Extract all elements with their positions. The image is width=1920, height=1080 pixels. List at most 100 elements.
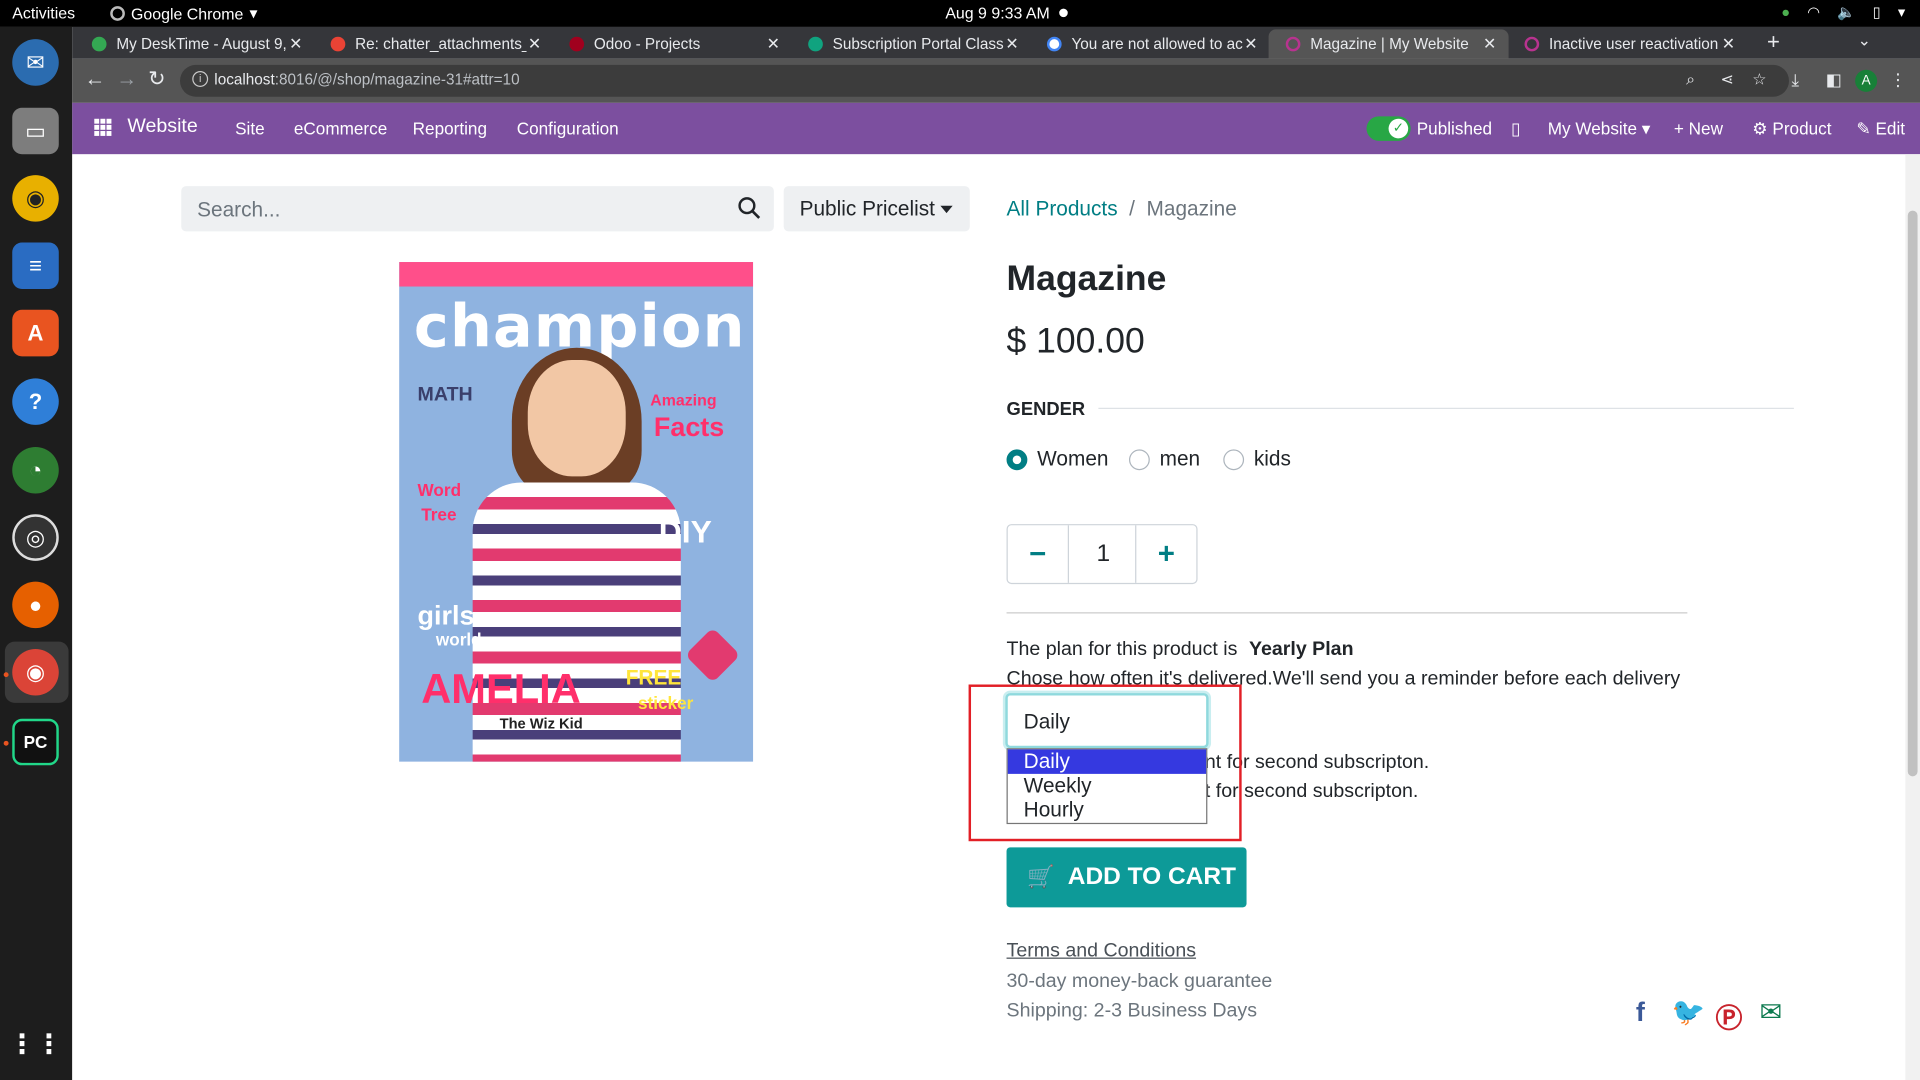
back-icon[interactable]: ← (84, 67, 105, 91)
edit-button[interactable]: ✎ Edit (1856, 119, 1905, 140)
search-icon[interactable] (737, 196, 761, 220)
scrollbar-thumb[interactable] (1907, 210, 1918, 777)
close-icon[interactable]: ✕ (289, 34, 302, 54)
pencil-icon: ✎ (1856, 118, 1871, 139)
tab-odoo-projects[interactable]: Odoo - Projects ✕ (552, 29, 792, 58)
zoom-icon[interactable]: ⌕ (1686, 70, 1695, 90)
share-icon[interactable]: ⋖ (1720, 70, 1733, 90)
gear-icon: ⚙ (1752, 118, 1768, 139)
close-icon[interactable]: ✕ (1722, 34, 1735, 54)
running-indicator (3, 672, 9, 678)
breadcrumb-all-products[interactable]: All Products (1007, 197, 1118, 220)
product-title: Magazine (1006, 259, 1167, 299)
cover-label: world (435, 629, 482, 649)
app-brand[interactable]: Website (127, 116, 197, 138)
pricelist-dropdown[interactable]: Public Pricelist (783, 186, 970, 232)
files-icon[interactable]: ▭ (12, 107, 59, 155)
close-icon[interactable]: ✕ (767, 34, 780, 54)
edit-label: Edit (1875, 118, 1906, 139)
product-search-input[interactable]: Search... (181, 186, 774, 232)
forward-icon[interactable]: → (116, 67, 137, 91)
system-tray[interactable]: ● ◠ 🔈 ▯ ▾ (1781, 4, 1905, 21)
desktime-icon[interactable]: ◔ (12, 446, 59, 494)
gender-option-kids[interactable]: kids (1223, 447, 1291, 471)
download-icon[interactable]: ⤓ (1791, 70, 1799, 91)
menu-configuration[interactable]: Configuration (517, 119, 619, 139)
tab-desktime[interactable]: My DeskTime - August 9, 2 ✕ (75, 29, 315, 58)
radio-unchecked-icon[interactable] (1223, 448, 1245, 470)
app-name: Google Chrome (131, 4, 244, 23)
reload-icon[interactable]: ↻ (148, 67, 165, 91)
cover-label: Tree (421, 504, 457, 525)
tab-search-icon[interactable]: ⌄ (1858, 31, 1871, 51)
pinterest-icon[interactable]: Ⓟ (1716, 997, 1743, 1036)
writer-icon[interactable]: ≡ (12, 242, 59, 289)
add-to-cart-button[interactable]: 🛒 ADD TO CART (1006, 847, 1247, 908)
tab-magazine[interactable]: Magazine | My Website ✕ (1268, 29, 1509, 59)
clock[interactable]: Aug 9 9:33 AM (945, 4, 1049, 22)
chrome-dock-icon[interactable]: ◉ (12, 648, 59, 696)
side-panel-icon[interactable]: ◧ (1826, 70, 1842, 91)
cover-label: Word (417, 480, 462, 500)
published-label[interactable]: Published (1417, 119, 1492, 139)
tab-inactive-user[interactable]: Inactive user reactivation ✕ (1507, 29, 1747, 58)
menu-ecommerce[interactable]: eCommerce (294, 119, 387, 139)
rhythmbox-icon[interactable]: ◉ (12, 175, 59, 222)
terms-link[interactable]: Terms and Conditions (1007, 940, 1196, 962)
radio-checked-icon[interactable] (1006, 448, 1028, 470)
email-icon[interactable]: ✉ (1760, 997, 1783, 1029)
product-image[interactable]: champion MATH Amazing Facts Word Tree DI… (399, 262, 754, 762)
tab-strip: My DeskTime - August 9, 2 ✕ Re: chatter_… (72, 26, 1920, 59)
battery-icon: ▯ (1872, 3, 1881, 21)
quantity-stepper: − 1 + (1006, 524, 1198, 585)
browser-toolbar: ← → ↻ i localhost:8016/@/shop/magazine-3… (72, 58, 1920, 103)
quantity-input[interactable]: 1 (1069, 540, 1138, 568)
app-menu[interactable]: Google Chrome ▾ (110, 4, 258, 24)
radio-unchecked-icon[interactable] (1128, 448, 1150, 470)
more-menu-icon[interactable]: ⋮ (1889, 70, 1906, 91)
product-button[interactable]: ⚙ Product (1752, 119, 1831, 140)
app-switcher-icon[interactable] (94, 118, 112, 136)
close-icon[interactable]: ✕ (1483, 34, 1496, 54)
activities-button[interactable]: Activities (12, 4, 75, 22)
running-indicator (3, 740, 9, 746)
close-icon[interactable]: ✕ (1005, 34, 1018, 54)
publish-toggle[interactable]: ✓ (1366, 116, 1411, 141)
new-tab-icon[interactable]: + (1767, 29, 1780, 55)
breadcrumb: All Products / Magazine (1007, 197, 1237, 221)
cover-label: girls (417, 600, 475, 631)
profile-avatar[interactable]: A (1855, 69, 1878, 92)
cover-top-band (399, 262, 754, 287)
tab-not-allowed[interactable]: You are not allowed to ac ✕ (1030, 29, 1270, 58)
cover-free: FREE (625, 666, 682, 690)
software-center-icon[interactable]: A (12, 309, 59, 357)
gender-option-men[interactable]: men (1128, 447, 1200, 471)
url-text[interactable]: localhost:8016/@/shop/magazine-31#attr=1… (214, 71, 519, 88)
firefox-icon[interactable]: ● (12, 581, 59, 629)
site-info-icon[interactable]: i (192, 71, 209, 87)
obs-icon[interactable]: ◎ (12, 514, 59, 561)
facebook-icon[interactable]: f (1636, 997, 1645, 1029)
mobile-preview-icon[interactable]: ▯ (1511, 119, 1520, 140)
address-bar[interactable]: i localhost:8016/@/shop/magazine-31#attr… (180, 64, 1789, 97)
close-icon[interactable]: ✕ (528, 34, 541, 54)
show-apps-icon[interactable]: ⋮⋮ (9, 1021, 63, 1068)
bookmark-star-icon[interactable]: ☆ (1752, 70, 1766, 90)
twitter-icon[interactable]: 🐦 (1671, 997, 1705, 1029)
cover-name: AMELIA (421, 666, 581, 713)
odoo-website-favicon-icon (1285, 36, 1301, 52)
tab-chatter[interactable]: Re: chatter_attachments_ ✕ (313, 29, 553, 58)
decrease-quantity-button[interactable]: − (1008, 525, 1069, 583)
new-button[interactable]: + New (1674, 119, 1723, 139)
gender-option-women[interactable]: Women (1006, 447, 1108, 471)
close-icon[interactable]: ✕ (1244, 34, 1257, 54)
menu-site[interactable]: Site (235, 119, 265, 139)
tab-subscription[interactable]: Subscription Portal Class ✕ (791, 29, 1031, 58)
increase-quantity-button[interactable]: + (1135, 525, 1196, 583)
menu-reporting[interactable]: Reporting (413, 119, 487, 139)
website-switcher[interactable]: My Website ▾ (1548, 119, 1651, 140)
pycharm-icon[interactable]: PC (12, 718, 59, 766)
gmail-favicon-icon (330, 36, 346, 52)
help-icon[interactable]: ? (12, 378, 59, 425)
thunderbird-icon[interactable]: ✉ (12, 39, 59, 86)
